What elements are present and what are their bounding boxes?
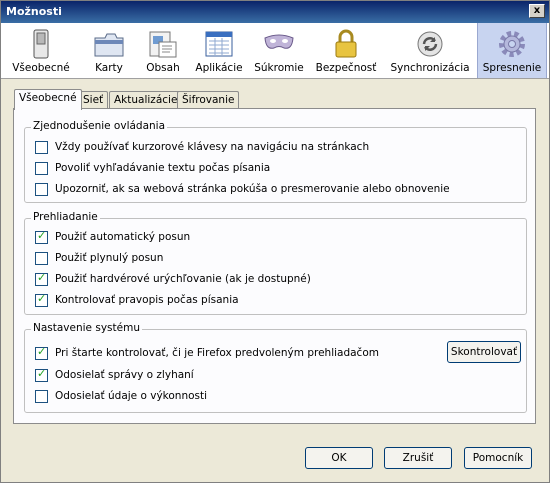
option-label: Použiť hardvérové urýchľovanie (ak je do… xyxy=(55,273,311,285)
check-mark-icon: ✓ xyxy=(37,367,47,380)
pane-sync[interactable]: Synchronizácia xyxy=(389,23,471,78)
tab-general[interactable]: Všeobecné xyxy=(14,89,82,110)
option-label: Vždy používať kurzorové klávesy na navig… xyxy=(55,141,370,153)
checkbox[interactable]: ✓ xyxy=(35,292,48,307)
check-mark-icon: ✓ xyxy=(37,345,47,358)
sync-icon xyxy=(417,31,443,57)
browsing-group: Prehliadanie ✓ Použiť automatický posun … xyxy=(24,211,527,315)
advanced-gear-icon xyxy=(499,31,525,57)
option-label: Povoliť vyhľadávanie textu počas písania xyxy=(55,162,271,174)
checkbox[interactable]: ✓ xyxy=(35,367,48,382)
checkbox[interactable] xyxy=(35,183,48,196)
pane-label: Aplikácie xyxy=(195,62,243,74)
check-mark-icon: ✓ xyxy=(37,229,47,242)
option-label: Odosielať správy o zlyhaní xyxy=(55,369,194,381)
tab-encryption[interactable]: Šifrovanie xyxy=(177,91,240,109)
ok-button[interactable]: OK xyxy=(305,447,373,469)
accessibility-group: Zjednodušenie ovládania Vždy používať ku… xyxy=(24,120,527,203)
pane-label: Bezpečnosť xyxy=(315,62,377,74)
group-title: Prehliadanie xyxy=(31,211,100,223)
pane-tabs[interactable]: Karty xyxy=(81,23,137,78)
pane-content[interactable]: Obsah xyxy=(139,23,187,78)
pane-advanced[interactable]: Spresnenie xyxy=(477,23,547,78)
option-label: Kontrolovať pravopis počas písania xyxy=(55,294,239,306)
pane-label: Súkromie xyxy=(254,62,304,74)
help-button[interactable]: Pomocník xyxy=(464,447,532,469)
options-dialog: Možnosti x Všeobecné Karty Obsah Aplikác… xyxy=(0,0,550,483)
pane-privacy[interactable]: Súkromie xyxy=(251,23,307,78)
checkbox[interactable]: ✓ xyxy=(35,345,48,360)
option-label: Upozorniť, ak sa webová stránka pokúša o… xyxy=(55,183,450,195)
group-title: Zjednodušenie ovládania xyxy=(31,120,168,132)
pane-label: Karty xyxy=(95,62,123,74)
checkbox[interactable] xyxy=(35,252,48,265)
group-title: Nastavenie systému xyxy=(31,322,142,334)
option-label: Odosielať údaje o výkonnosti xyxy=(55,390,208,402)
checkbox[interactable] xyxy=(35,162,48,175)
system-defaults-group: Nastavenie systému ✓ Pri štarte kontrolo… xyxy=(24,322,527,413)
option-label: Pri štarte kontrolovať, či je Firefox pr… xyxy=(55,347,379,359)
tab-updates[interactable]: Aktualizácie xyxy=(109,91,183,109)
applications-icon xyxy=(205,31,233,57)
close-button[interactable]: x xyxy=(529,4,545,18)
cancel-button[interactable]: Zrušiť xyxy=(384,447,452,469)
tabs-icon xyxy=(94,33,124,57)
option-label: Použiť plynulý posun xyxy=(55,252,164,264)
title-bar[interactable]: Možnosti x xyxy=(1,1,549,23)
general-tab-panel: Zjednodušenie ovládania Vždy používať ku… xyxy=(13,108,536,424)
pane-label: Všeobecné xyxy=(12,62,70,74)
pane-label: Obsah xyxy=(146,62,180,74)
checkbox[interactable]: ✓ xyxy=(35,271,48,286)
option-label: Použiť automatický posun xyxy=(55,231,191,243)
pane-label: Spresnenie xyxy=(482,62,542,74)
check-now-button[interactable]: Skontrolovať xyxy=(447,341,521,363)
pane-label: Synchronizácia xyxy=(390,62,470,74)
tab-network[interactable]: Sieť xyxy=(78,91,109,109)
checkbox[interactable]: ✓ xyxy=(35,229,48,244)
pane-applications[interactable]: Aplikácie xyxy=(191,23,247,78)
check-mark-icon: ✓ xyxy=(37,292,47,305)
security-lock-icon xyxy=(335,29,357,58)
content-icon xyxy=(149,31,177,58)
privacy-mask-icon xyxy=(264,34,294,49)
check-mark-icon: ✓ xyxy=(37,271,47,284)
pane-general[interactable]: Všeobecné xyxy=(9,23,73,78)
checkbox[interactable] xyxy=(35,141,48,154)
general-switch-icon xyxy=(33,29,49,59)
window-title: Možnosti xyxy=(6,5,62,18)
checkbox[interactable] xyxy=(35,390,48,403)
pane-security[interactable]: Bezpečnosť xyxy=(311,23,381,78)
preferences-toolbar: Všeobecné Karty Obsah Aplikácie Súkromie… xyxy=(1,23,549,79)
